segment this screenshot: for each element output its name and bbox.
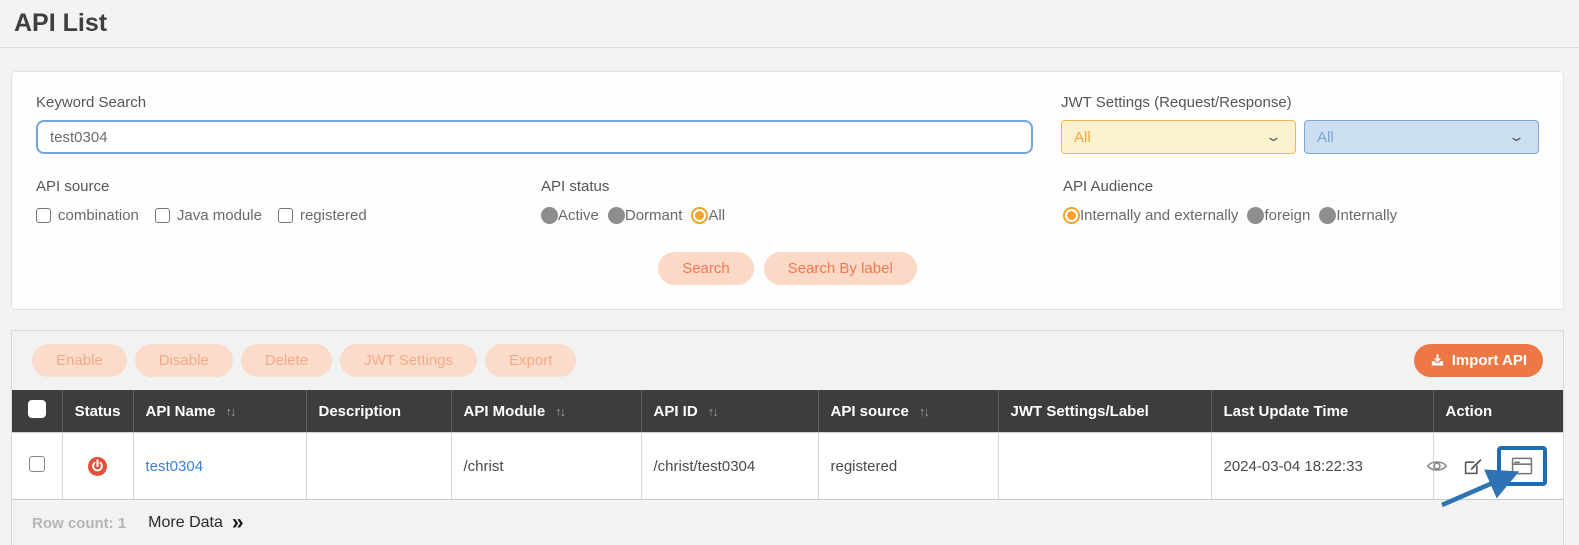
page-title: API List — [0, 0, 1579, 47]
col-status: Status — [62, 390, 133, 433]
api-table: Status API Name↑↓ Description API Module… — [12, 390, 1563, 500]
search-by-label-button[interactable]: Search By label — [764, 252, 917, 285]
sort-icon[interactable]: ↑↓ — [555, 404, 564, 419]
cell-api-source: registered — [818, 433, 998, 500]
api-name-link[interactable]: test0304 — [146, 458, 204, 475]
radio-audience-foreign[interactable]: foreign — [1247, 207, 1310, 224]
delete-button[interactable]: Delete — [241, 344, 332, 377]
status-disabled-icon — [88, 457, 107, 476]
cell-api-module: /christ — [451, 433, 641, 500]
jwt-settings-label: JWT Settings (Request/Response) — [1061, 94, 1539, 111]
radio-status-all[interactable]: All — [691, 207, 725, 224]
api-card-icon[interactable] — [1511, 457, 1533, 475]
checkbox-java-module[interactable]: Java module — [155, 207, 262, 224]
checkbox-combination[interactable]: combination — [36, 207, 139, 224]
radio-icon[interactable] — [1319, 207, 1336, 224]
search-panel: Keyword Search JWT Settings (Request/Res… — [11, 71, 1564, 310]
jwt-response-select[interactable]: All ⌄ — [1304, 120, 1539, 154]
radio-icon[interactable] — [608, 207, 625, 224]
radio-selected-icon[interactable] — [1063, 207, 1080, 224]
more-data-button[interactable]: More Data » — [148, 514, 243, 532]
col-api-module: API Module↑↓ — [451, 390, 641, 433]
sort-icon[interactable]: ↑↓ — [919, 404, 928, 419]
search-button[interactable]: Search — [658, 252, 754, 285]
checkbox-icon[interactable] — [278, 208, 293, 223]
title-divider — [0, 47, 1579, 48]
jwt-request-select[interactable]: All ⌄ — [1061, 120, 1296, 154]
api-table-panel: Enable Disable Delete JWT Settings Expor… — [11, 330, 1564, 545]
radio-audience-internally-externally[interactable]: Internally and externally — [1063, 207, 1238, 224]
download-icon — [1430, 353, 1445, 368]
keyword-search-input[interactable] — [36, 120, 1033, 154]
col-api-id: API ID↑↓ — [641, 390, 818, 433]
sort-icon[interactable]: ↑↓ — [226, 404, 235, 419]
enable-button[interactable]: Enable — [32, 344, 127, 377]
radio-status-dormant[interactable]: Dormant — [608, 207, 683, 224]
edit-icon[interactable] — [1463, 457, 1482, 476]
checkbox-icon[interactable] — [155, 208, 170, 223]
action-highlight-box — [1497, 446, 1547, 486]
keyword-search-label: Keyword Search — [36, 94, 1033, 111]
col-api-name: API Name↑↓ — [133, 390, 306, 433]
radio-status-active[interactable]: Active — [541, 207, 599, 224]
cell-last-update-time: 2024-03-04 18:22:33 — [1211, 433, 1433, 500]
row-count: Row count: 1 — [32, 515, 126, 532]
api-status-label: API status — [541, 178, 1063, 195]
cell-description — [306, 433, 451, 500]
view-eye-icon[interactable] — [1426, 458, 1448, 474]
checkbox-registered[interactable]: registered — [278, 207, 367, 224]
checkbox-icon[interactable] — [36, 208, 51, 223]
chevron-down-icon: ⌄ — [1508, 129, 1525, 145]
table-toolbar: Enable Disable Delete JWT Settings Expor… — [12, 331, 1563, 390]
double-chevron-right-icon: » — [232, 516, 244, 530]
import-api-button[interactable]: Import API — [1414, 344, 1543, 377]
cell-jwt-settings-label — [998, 433, 1211, 500]
radio-selected-icon[interactable] — [691, 207, 708, 224]
jwt-request-value: All — [1074, 129, 1091, 146]
jwt-response-value: All — [1317, 129, 1334, 146]
col-last-update-time: Last Update Time — [1211, 390, 1433, 433]
col-jwt-settings-label: JWT Settings/Label — [998, 390, 1211, 433]
disable-button[interactable]: Disable — [135, 344, 233, 377]
api-source-label: API source — [36, 178, 541, 195]
sort-icon[interactable]: ↑↓ — [708, 404, 717, 419]
radio-icon[interactable] — [541, 207, 558, 224]
col-action: Action — [1433, 390, 1563, 433]
radio-icon[interactable] — [1247, 207, 1264, 224]
api-audience-label: API Audience — [1063, 178, 1539, 195]
chevron-down-icon: ⌄ — [1265, 129, 1282, 145]
table-footer: Row count: 1 More Data » — [12, 500, 1563, 545]
radio-audience-internally[interactable]: Internally — [1319, 207, 1397, 224]
col-description: Description — [306, 390, 451, 433]
export-button[interactable]: Export — [485, 344, 576, 377]
row-checkbox[interactable] — [29, 456, 45, 472]
jwt-settings-button[interactable]: JWT Settings — [340, 344, 477, 377]
cell-api-id: /christ/test0304 — [641, 433, 818, 500]
table-header-row: Status API Name↑↓ Description API Module… — [12, 390, 1563, 433]
table-row: test0304 /christ /christ/test0304 regist… — [12, 433, 1563, 500]
col-api-source: API source↑↓ — [818, 390, 998, 433]
select-all-checkbox[interactable] — [28, 400, 46, 418]
